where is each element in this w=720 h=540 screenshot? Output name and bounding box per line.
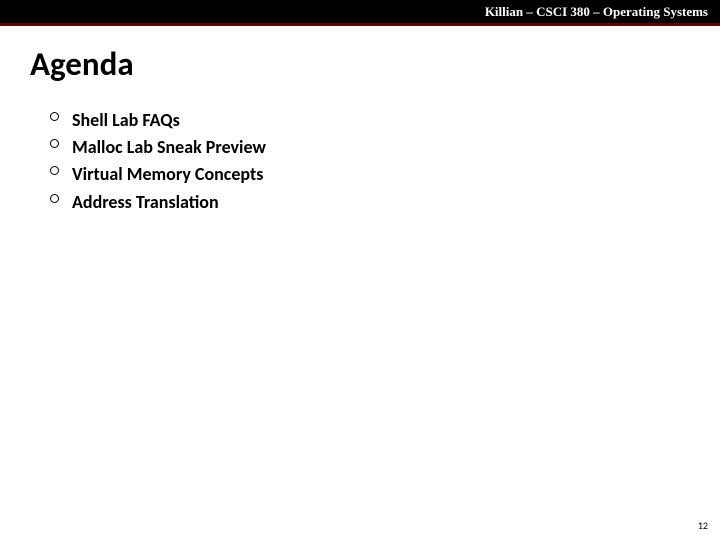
bullet-icon: [50, 194, 59, 203]
list-item: Address Translation: [50, 190, 690, 215]
bullet-text: Malloc Lab Sneak Preview: [72, 136, 266, 158]
slide-content: Agenda Shell Lab FAQs Malloc Lab Sneak P…: [0, 26, 720, 215]
list-item: Shell Lab FAQs: [50, 108, 690, 133]
bullet-text: Address Translation: [72, 191, 219, 213]
page-number: 12: [698, 519, 708, 532]
list-item: Virtual Memory Concepts: [50, 162, 690, 187]
header-bar: Killian – CSCI 380 – Operating Systems: [0, 0, 720, 26]
course-info: Killian – CSCI 380 – Operating Systems: [485, 4, 708, 20]
bullet-icon: [50, 112, 59, 121]
bullet-icon: [50, 139, 59, 148]
bullet-text: Virtual Memory Concepts: [72, 163, 263, 185]
slide-title: Agenda: [30, 44, 690, 84]
bullet-text: Shell Lab FAQs: [72, 109, 180, 131]
list-item: Malloc Lab Sneak Preview: [50, 135, 690, 160]
bullet-icon: [50, 166, 59, 175]
agenda-list: Shell Lab FAQs Malloc Lab Sneak Preview …: [30, 108, 690, 215]
